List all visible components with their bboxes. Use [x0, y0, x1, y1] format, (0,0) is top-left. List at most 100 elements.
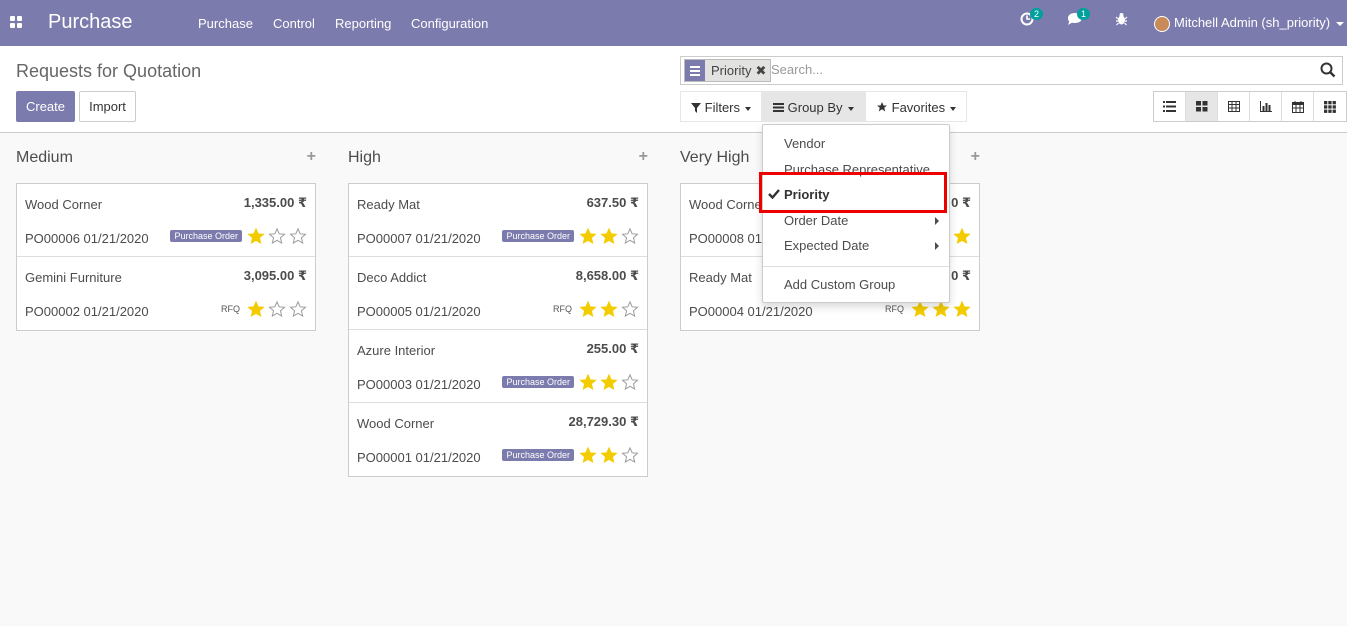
chevron-down-icon: [950, 106, 957, 111]
column-title[interactable]: Medium: [16, 149, 73, 167]
priority-star-icon[interactable]: [247, 300, 265, 318]
card-list: Ready Mat 637.50 ₹ PO00007 01/21/2020 Pu…: [348, 183, 648, 477]
status-badge: Purchase Order: [502, 449, 574, 461]
priority-star-icon[interactable]: [268, 227, 286, 245]
vendor-name: Wood Corner: [689, 197, 767, 212]
filter-icon: [691, 103, 701, 113]
amount: 3,095.00 ₹: [243, 268, 307, 283]
priority-star-icon[interactable]: [247, 227, 265, 245]
menu-control[interactable]: Control: [273, 16, 315, 31]
divider: [763, 266, 949, 267]
card-footer-right: RFQ: [221, 300, 307, 318]
groupby-order-date[interactable]: Order Date: [784, 213, 848, 228]
column-title[interactable]: Very High: [680, 149, 749, 167]
add-card-icon[interactable]: +: [307, 148, 316, 166]
menu-configuration[interactable]: Configuration: [411, 16, 488, 31]
debug-icon[interactable]: [1115, 12, 1128, 29]
priority-star-icon[interactable]: [953, 300, 971, 318]
order-reference: PO00004 01/21/2020: [689, 304, 813, 319]
card-footer-right: RFQ: [553, 300, 639, 318]
priority-star-icon[interactable]: [289, 300, 307, 318]
status-badge: RFQ: [221, 304, 240, 314]
kanban-card[interactable]: Gemini Furniture 3,095.00 ₹ PO00002 01/2…: [17, 257, 315, 330]
group-by-dropdown: Vendor Purchase Representative Priority …: [762, 124, 950, 303]
list-view-icon[interactable]: [1154, 92, 1186, 121]
import-button[interactable]: Import: [79, 91, 136, 122]
app-title: Purchase: [48, 11, 133, 33]
messages-icon[interactable]: 1: [1067, 8, 1091, 29]
highlight-box: [759, 172, 947, 213]
activity-count: 2: [1030, 8, 1044, 20]
activity-icon[interactable]: 2: [1020, 8, 1044, 29]
priority-star-icon[interactable]: [579, 446, 597, 464]
vendor-name: Wood Corner: [25, 197, 103, 212]
order-reference: PO00007 01/21/2020: [357, 231, 481, 246]
kanban-card[interactable]: Wood Corner 1,335.00 ₹ PO00006 01/21/202…: [17, 184, 315, 257]
card-footer-right: Purchase Order: [170, 227, 307, 245]
chevron-down-icon: [1336, 21, 1345, 26]
favorites-button[interactable]: Favorites: [865, 91, 968, 122]
filters-button[interactable]: Filters: [680, 91, 763, 122]
caret-right-icon: [935, 242, 939, 250]
status-badge: RFQ: [553, 304, 572, 314]
calendar-view-icon[interactable]: [1282, 92, 1314, 121]
search-input[interactable]: Search...: [771, 62, 823, 77]
priority-star-icon[interactable]: [579, 300, 597, 318]
user-menu[interactable]: Mitchell Admin (sh_priority): [1154, 15, 1345, 32]
kanban-card[interactable]: Wood Corner 28,729.30 ₹ PO00001 01/21/20…: [349, 403, 647, 476]
priority-star-icon[interactable]: [600, 446, 618, 464]
status-badge: RFQ: [885, 304, 904, 314]
main-navbar: Purchase Purchase Control Reporting Conf…: [0, 0, 1347, 46]
add-card-icon[interactable]: +: [971, 148, 980, 166]
priority-star-icon[interactable]: [953, 227, 971, 245]
column-title[interactable]: High: [348, 149, 381, 167]
amount: 0 ₹: [951, 195, 971, 210]
card-list: Wood Corner 1,335.00 ₹ PO00006 01/21/202…: [16, 183, 316, 331]
priority-star-icon[interactable]: [289, 227, 307, 245]
order-reference: PO00002 01/21/2020: [25, 304, 149, 319]
graph-view-icon[interactable]: [1250, 92, 1282, 121]
groupby-expected-date[interactable]: Expected Date: [784, 238, 869, 253]
filters-label: Filters: [704, 100, 741, 115]
kanban-card[interactable]: Azure Interior 255.00 ₹ PO00003 01/21/20…: [349, 330, 647, 403]
priority-star-icon[interactable]: [621, 300, 639, 318]
priority-star-icon[interactable]: [579, 227, 597, 245]
group-by-button[interactable]: Group By: [762, 91, 865, 122]
amount: 1,335.00 ₹: [243, 195, 307, 210]
card-footer-right: Purchase Order: [502, 446, 639, 464]
priority-star-icon[interactable]: [268, 300, 286, 318]
menu-purchase[interactable]: Purchase: [198, 16, 253, 31]
amount: 0 ₹: [951, 268, 971, 283]
control-panel: Requests for Quotation Create Import Pri…: [0, 46, 1347, 133]
add-card-icon[interactable]: +: [639, 148, 648, 166]
apps-menu-icon[interactable]: [10, 16, 23, 29]
facet-remove-icon[interactable]: ✖: [755, 63, 770, 79]
group-by-label: Group By: [787, 100, 843, 115]
priority-star-icon[interactable]: [579, 373, 597, 391]
add-custom-group[interactable]: Add Custom Group: [784, 277, 895, 292]
create-button[interactable]: Create: [16, 91, 75, 122]
status-badge: Purchase Order: [502, 376, 574, 388]
kanban-view-icon[interactable]: [1186, 92, 1218, 121]
pivot-view-icon[interactable]: [1218, 92, 1250, 121]
kanban-card[interactable]: Deco Addict 8,658.00 ₹ PO00005 01/21/202…: [349, 257, 647, 330]
priority-star-icon[interactable]: [600, 227, 618, 245]
vendor-name: Deco Addict: [357, 270, 427, 285]
priority-star-icon[interactable]: [621, 446, 639, 464]
star-icon: [877, 102, 887, 112]
priority-star-icon[interactable]: [621, 373, 639, 391]
avatar: [1154, 15, 1170, 32]
status-badge: Purchase Order: [170, 230, 242, 242]
messages-count: 1: [1077, 8, 1091, 20]
chevron-down-icon: [745, 106, 752, 111]
kanban-card[interactable]: Ready Mat 637.50 ₹ PO00007 01/21/2020 Pu…: [349, 184, 647, 257]
grid-view-icon[interactable]: [1314, 92, 1346, 121]
vendor-name: Ready Mat: [357, 197, 420, 212]
menu-reporting[interactable]: Reporting: [335, 16, 391, 31]
priority-star-icon[interactable]: [621, 227, 639, 245]
priority-star-icon[interactable]: [600, 300, 618, 318]
search-icon[interactable]: [1320, 62, 1336, 78]
priority-star-icon[interactable]: [600, 373, 618, 391]
search-bar[interactable]: Priority ✖ Search...: [680, 56, 1343, 85]
groupby-vendor[interactable]: Vendor: [784, 136, 825, 151]
